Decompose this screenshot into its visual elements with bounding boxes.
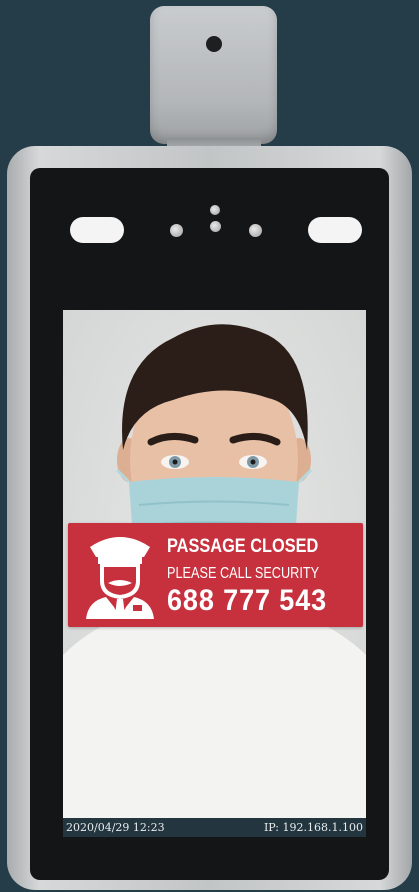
face-recognition-terminal: PASSAGE CLOSED PLEASE CALL SECURITY 688 …: [7, 146, 412, 890]
ir-light-left: [70, 217, 124, 243]
thermal-sensor-module: [150, 6, 277, 144]
passage-closed-alert: PASSAGE CLOSED PLEASE CALL SECURITY 688 …: [68, 523, 363, 627]
status-bar: 2020/04/29 12:23 IP: 192.168.1.100: [63, 818, 366, 837]
camera-lens-top: [210, 205, 220, 215]
security-phone-number: 688 777 543: [167, 584, 328, 617]
display-screen: PASSAGE CLOSED PLEASE CALL SECURITY 688 …: [63, 310, 366, 837]
alert-subtitle: PLEASE CALL SECURITY: [167, 565, 320, 582]
camera-lens-bottom: [210, 221, 221, 232]
device-bezel: PASSAGE CLOSED PLEASE CALL SECURITY 688 …: [30, 168, 389, 880]
status-ip-address: IP: 192.168.1.100: [263, 821, 363, 834]
security-guard-icon: [86, 537, 154, 619]
alert-title: PASSAGE CLOSED: [167, 536, 319, 557]
ir-light-right: [308, 217, 362, 243]
thermal-lens: [206, 36, 222, 52]
camera-lens-left: [170, 224, 183, 237]
camera-lens-right: [249, 224, 262, 237]
status-datetime: 2020/04/29 12:23: [66, 821, 165, 834]
